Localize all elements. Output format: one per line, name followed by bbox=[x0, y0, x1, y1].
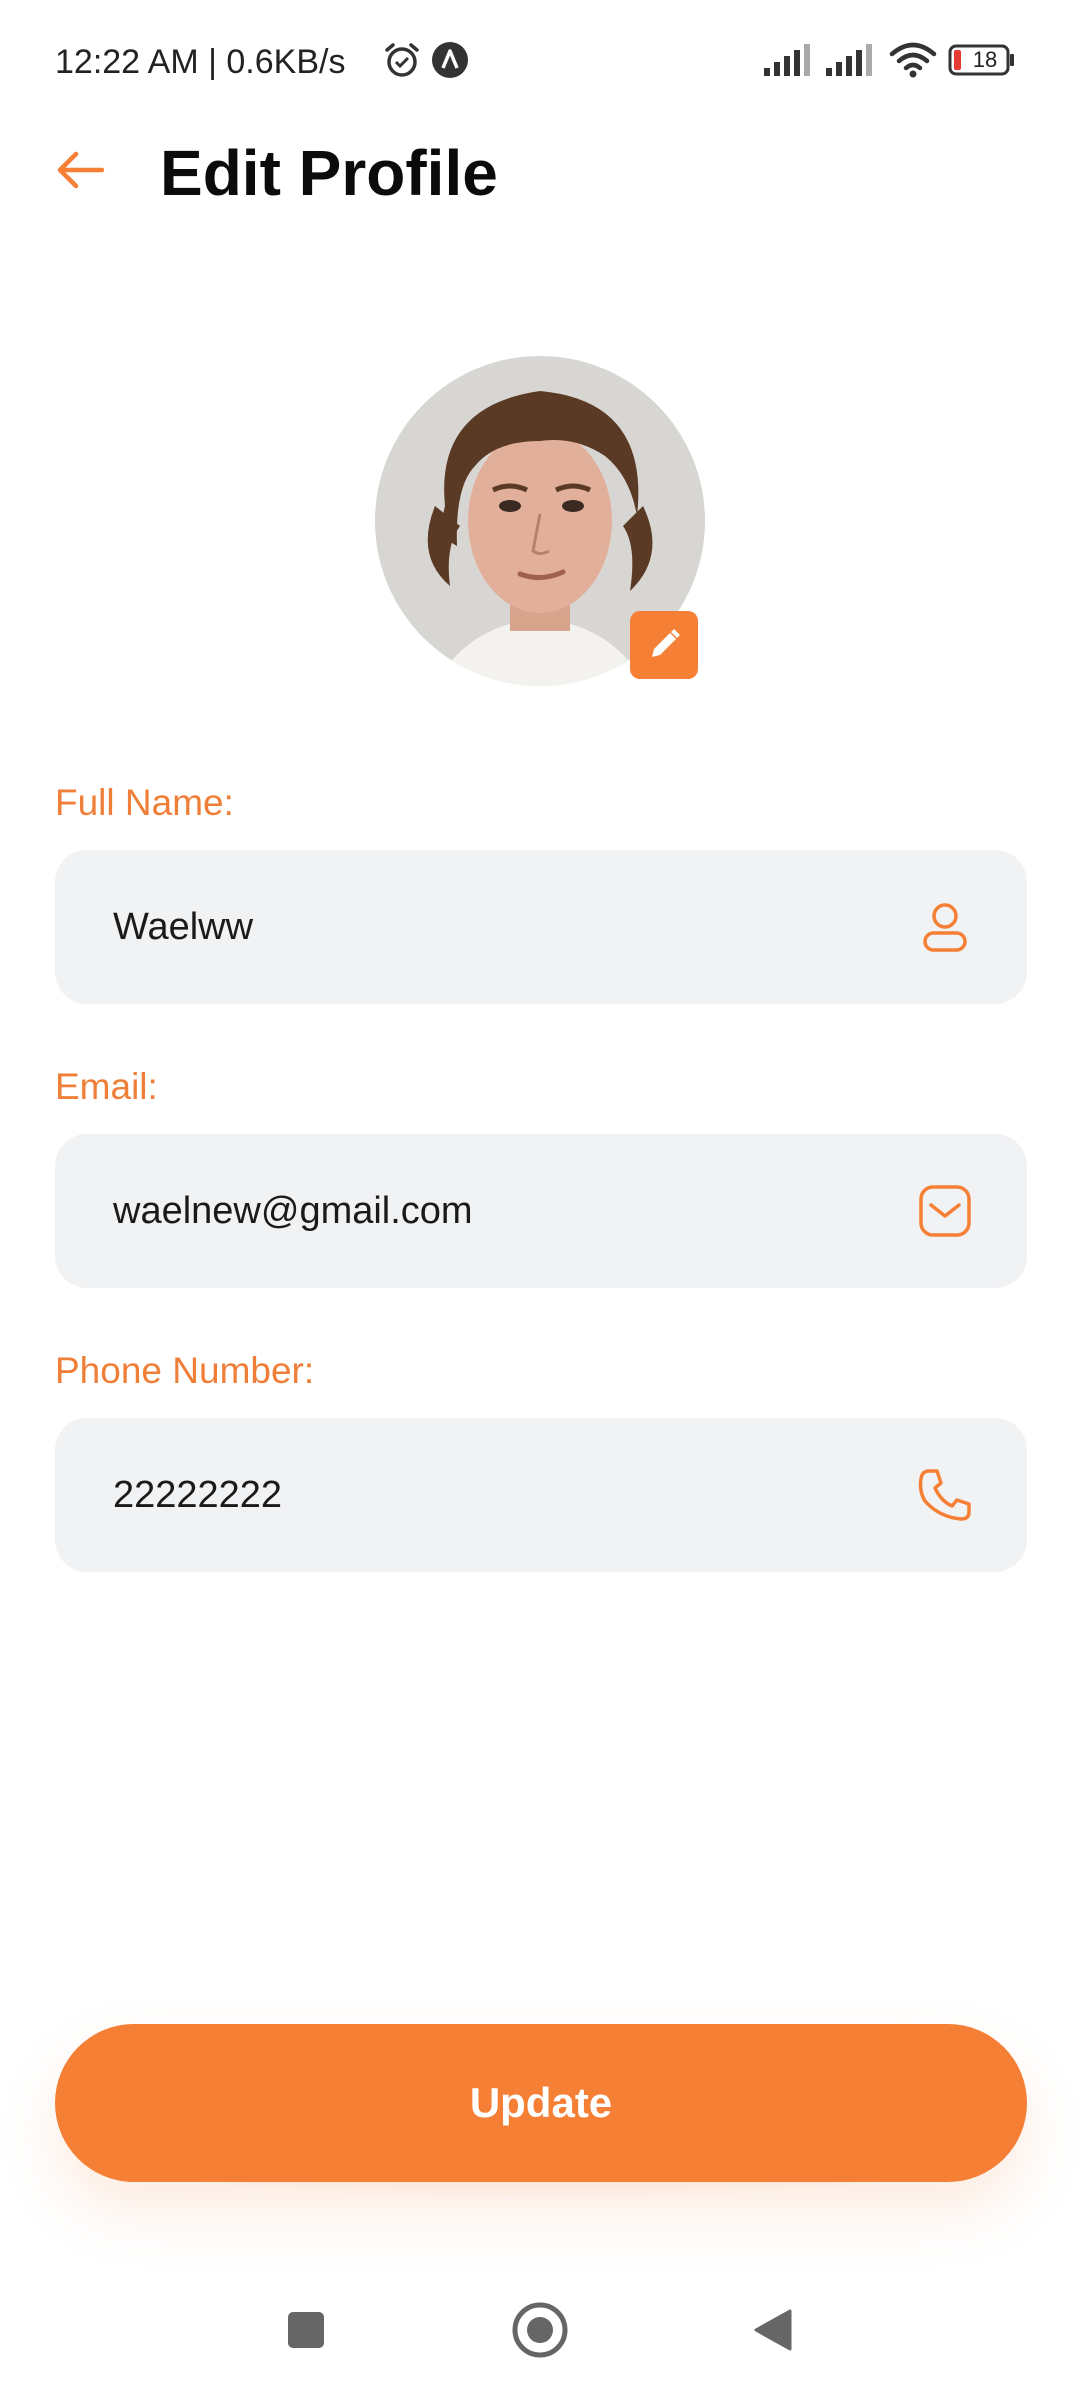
alarm-icon bbox=[385, 43, 419, 77]
wifi-icon bbox=[889, 42, 937, 78]
profile-avatar-container bbox=[375, 356, 705, 686]
app-a-icon bbox=[432, 42, 468, 78]
recents-icon[interactable] bbox=[286, 2310, 326, 2350]
email-input[interactable] bbox=[113, 1134, 893, 1288]
full-name-field[interactable] bbox=[55, 850, 1027, 1004]
home-icon[interactable] bbox=[510, 2300, 570, 2360]
back-triangle-icon[interactable] bbox=[752, 2307, 792, 2353]
pencil-icon bbox=[652, 629, 680, 657]
status-time: 12:22 AM | 0.6KB/s bbox=[55, 43, 346, 81]
system-nav-bar bbox=[0, 2270, 1080, 2400]
full-name-input[interactable] bbox=[113, 850, 893, 1004]
update-button[interactable]: Update bbox=[55, 2024, 1027, 2182]
person-icon bbox=[923, 903, 967, 952]
phone-icon bbox=[918, 1469, 971, 1521]
update-button-label: Update bbox=[469, 2079, 613, 2126]
signal-icon bbox=[764, 44, 810, 76]
battery-level: 18 bbox=[972, 47, 998, 72]
signal-icon bbox=[826, 44, 872, 76]
page-title: Edit Profile bbox=[160, 137, 498, 209]
edit-avatar-button[interactable] bbox=[630, 611, 698, 679]
status-bar: 12:22 AM | 0.6KB/s 18 bbox=[0, 0, 1080, 120]
phone-field[interactable] bbox=[55, 1418, 1027, 1572]
mail-icon bbox=[919, 1185, 971, 1237]
arrow-left-icon bbox=[57, 151, 105, 189]
back-button[interactable] bbox=[40, 130, 120, 210]
phone-input[interactable] bbox=[113, 1418, 893, 1572]
email-label: Email: bbox=[55, 1066, 158, 1107]
phone-label: Phone Number: bbox=[55, 1350, 315, 1391]
email-field[interactable] bbox=[55, 1134, 1027, 1288]
full-name-label: Full Name: bbox=[55, 782, 234, 823]
